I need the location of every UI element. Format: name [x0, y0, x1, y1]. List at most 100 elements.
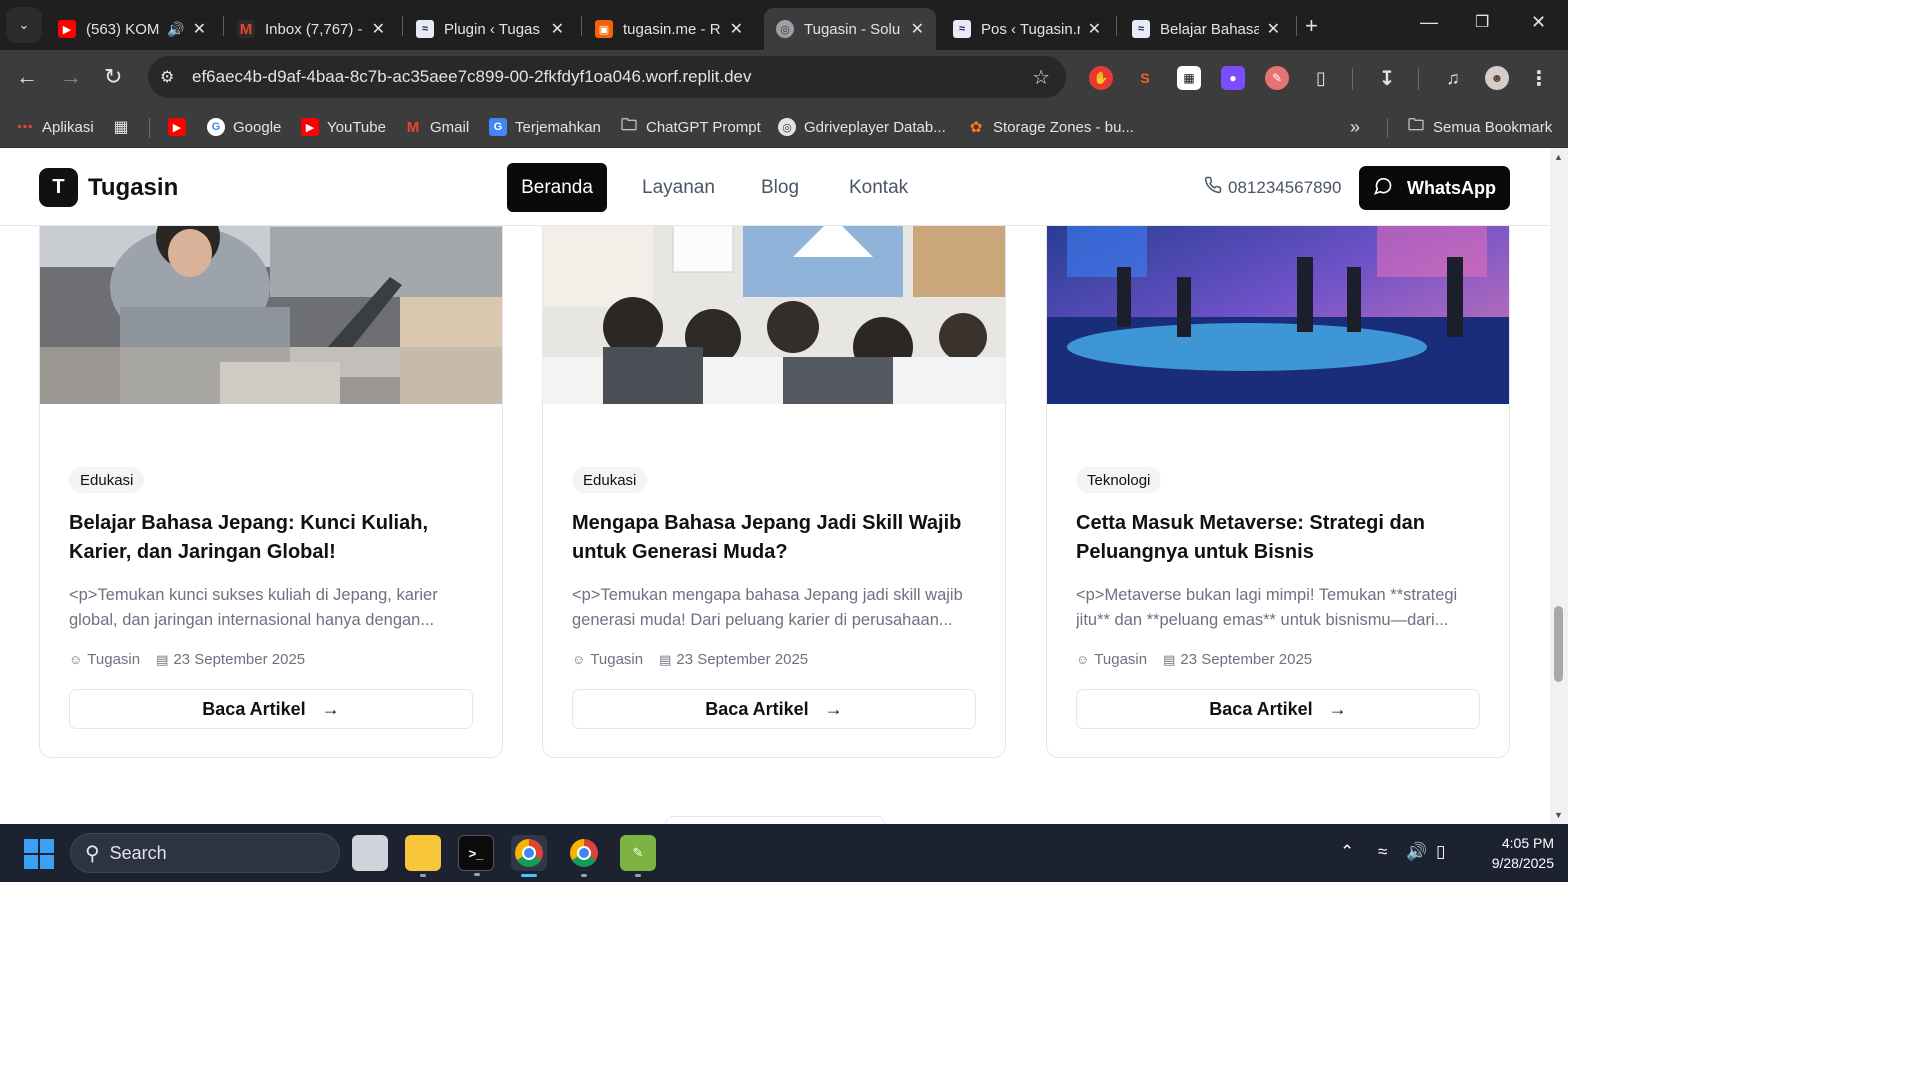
- bookmark-youtube[interactable]: ▶ YouTube: [301, 114, 386, 140]
- bookmark-gdriveplayer[interactable]: ◎ Gdriveplayer Datab...: [778, 114, 946, 140]
- close-tab-icon[interactable]: ✕: [1088, 19, 1101, 39]
- tab-groups-icon: ▦: [112, 118, 130, 136]
- bookmark-label: Terjemahkan: [515, 118, 601, 136]
- read-article-button[interactable]: Baca Artikel →: [69, 689, 473, 729]
- taskbar-search-box[interactable]: ⚲ Search: [70, 833, 340, 873]
- article-thumbnail-studying[interactable]: [40, 197, 502, 404]
- nav-kontak[interactable]: Kontak: [834, 163, 923, 212]
- battery-icon[interactable]: ▯: [1436, 842, 1445, 862]
- pen-extension-icon[interactable]: ✎: [1265, 66, 1289, 90]
- bookmark-gmail[interactable]: M Gmail: [404, 114, 469, 140]
- bookmark-aplikasi[interactable]: ⋯ Aplikasi: [16, 114, 94, 140]
- article-author: Tugasin: [1094, 651, 1148, 668]
- tab-tugasin-active[interactable]: ◎ Tugasin - Solu ✕: [764, 8, 936, 50]
- reload-icon[interactable]: ↻: [104, 64, 122, 90]
- article-title[interactable]: Cetta Masuk Metaverse: Strategi dan Pelu…: [1076, 509, 1481, 567]
- read-article-button[interactable]: Baca Artikel →: [1076, 689, 1480, 729]
- logo-mark[interactable]: T: [39, 168, 78, 207]
- scroll-up-arrow-icon[interactable]: ▲: [1554, 152, 1563, 162]
- page-scrollbar[interactable]: ▲ ▼: [1550, 148, 1568, 824]
- nav-beranda[interactable]: Beranda: [507, 163, 607, 212]
- tab-gmail[interactable]: M Inbox (7,767) - ✕: [225, 8, 397, 50]
- minimize-icon[interactable]: —: [1420, 12, 1438, 33]
- tab-plugin[interactable]: ≈ Plugin ‹ Tugas ✕: [404, 8, 576, 50]
- bookmark-storage-zones[interactable]: ✿ Storage Zones - bu...: [967, 114, 1134, 140]
- article-card[interactable]: Edukasi Mengapa Bahasa Jepang Jadi Skill…: [542, 196, 1006, 758]
- extensions-puzzle-icon[interactable]: ▯: [1309, 66, 1333, 90]
- file-explorer-icon[interactable]: [405, 835, 441, 877]
- forward-arrow-icon[interactable]: →: [60, 64, 82, 90]
- download-icon[interactable]: ↧: [1375, 66, 1399, 90]
- scrollbar-thumb[interactable]: [1554, 606, 1563, 682]
- close-tab-icon[interactable]: ✕: [372, 19, 385, 39]
- article-card[interactable]: Edukasi Belajar Bahasa Jepang: Kunci Kul…: [39, 196, 503, 758]
- speaker-icon[interactable]: 🔊: [167, 21, 184, 38]
- arrow-right-icon: →: [824, 698, 843, 719]
- back-arrow-icon[interactable]: ←: [16, 64, 38, 90]
- bookmark-star-icon[interactable]: ☆: [1032, 65, 1050, 90]
- profile-avatar[interactable]: ☻: [1485, 66, 1509, 90]
- tray-chevron-up-icon[interactable]: ⌃: [1340, 842, 1354, 862]
- article-title[interactable]: Mengapa Bahasa Jepang Jadi Skill Wajib u…: [572, 509, 977, 567]
- tab-belajar[interactable]: ≈ Belajar Bahasa ✕: [1120, 8, 1292, 50]
- windows-start-icon[interactable]: [24, 839, 54, 869]
- tab-title: Plugin ‹ Tugas: [444, 20, 540, 38]
- close-tab-icon[interactable]: ✕: [551, 19, 564, 39]
- seo-extension-icon[interactable]: S: [1133, 66, 1157, 90]
- calendar-icon: ▤: [156, 651, 169, 667]
- calendar-icon: ▤: [659, 651, 672, 667]
- scroll-down-arrow-icon[interactable]: ▼: [1554, 810, 1563, 820]
- bookmark-tab-groups[interactable]: ▦: [112, 114, 138, 140]
- close-tab-icon[interactable]: ✕: [1267, 19, 1280, 39]
- read-article-button[interactable]: Baca Artikel →: [572, 689, 976, 729]
- bookmark-google[interactable]: G Google: [207, 114, 281, 140]
- task-view-icon[interactable]: [352, 835, 388, 871]
- youtube-icon: ▶: [58, 20, 76, 38]
- tab-pos[interactable]: ≈ Pos ‹ Tugasin.r ✕: [941, 8, 1113, 50]
- phone-contact[interactable]: 081234567890: [1204, 176, 1341, 199]
- site-info-tune-icon[interactable]: ⚙: [160, 67, 174, 87]
- address-bar[interactable]: ⚙ ef6aec4b-d9af-4baa-8c7b-ac35aee7c899-0…: [148, 56, 1066, 98]
- nav-layanan[interactable]: Layanan: [627, 163, 730, 212]
- restore-icon[interactable]: ❐: [1475, 12, 1489, 32]
- taskbar-clock[interactable]: 4:05 PM 9/28/2025: [1470, 833, 1554, 873]
- tab-replit[interactable]: ▣ tugasin.me - R ✕: [583, 8, 755, 50]
- read-article-label: Baca Artikel: [202, 698, 306, 719]
- volume-icon[interactable]: 🔊: [1406, 842, 1427, 862]
- chrome-profile-icon[interactable]: [566, 835, 602, 877]
- wifi-icon[interactable]: ≈: [1378, 842, 1387, 862]
- terminal-icon[interactable]: >_: [458, 835, 494, 876]
- stop-hand-extension-icon[interactable]: ✋: [1089, 66, 1113, 90]
- globe-icon: ◎: [776, 20, 794, 38]
- bookmark-youtube-shortcut[interactable]: ▶: [168, 114, 194, 140]
- all-bookmarks-folder[interactable]: 🗀 Semua Bookmark: [1407, 114, 1552, 140]
- clock-time: 4:05 PM: [1501, 835, 1554, 851]
- close-tab-icon[interactable]: ✕: [911, 19, 924, 39]
- qr-code-extension-icon[interactable]: ▦: [1177, 66, 1201, 90]
- tab-youtube[interactable]: ▶ (563) KOM 🔊 ✕: [46, 8, 218, 50]
- bookmark-chatgpt-prompt[interactable]: 🗀 ChatGPT Prompt: [620, 114, 761, 140]
- load-more-button-partial[interactable]: [665, 816, 885, 824]
- gmail-icon: M: [237, 20, 255, 38]
- chat-extension-icon[interactable]: ●: [1221, 66, 1245, 90]
- article-card[interactable]: 56.15 Teknologi Cetta Masuk Metaverse: S…: [1046, 196, 1510, 758]
- close-window-icon[interactable]: ✕: [1531, 12, 1546, 33]
- article-title[interactable]: Belajar Bahasa Jepang: Kunci Kuliah, Kar…: [69, 509, 474, 567]
- url-text[interactable]: ef6aec4b-d9af-4baa-8c7b-ac35aee7c899-00-…: [192, 67, 752, 87]
- article-thumbnail-classroom[interactable]: [543, 197, 1005, 404]
- close-tab-icon[interactable]: ✕: [193, 19, 206, 39]
- article-thumbnail-metaverse[interactable]: 56.15: [1047, 197, 1509, 404]
- new-tab-plus-icon[interactable]: +: [1305, 13, 1318, 39]
- whatsapp-button[interactable]: WhatsApp: [1359, 166, 1510, 210]
- kebab-menu-icon[interactable]: ⋮: [1527, 66, 1551, 90]
- toolbar-divider: [1352, 68, 1353, 90]
- media-controls-icon[interactable]: ♫: [1441, 66, 1465, 90]
- bookmarks-overflow-chevron-icon[interactable]: »: [1350, 114, 1360, 140]
- tab-search-chevron-icon[interactable]: ⌄: [6, 7, 42, 43]
- image-editor-icon[interactable]: ✎: [620, 835, 656, 877]
- logo-brand-text[interactable]: Tugasin: [88, 174, 178, 202]
- chrome-icon[interactable]: [511, 835, 547, 877]
- nav-blog[interactable]: Blog: [746, 163, 814, 212]
- close-tab-icon[interactable]: ✕: [730, 19, 743, 39]
- bookmark-terjemahkan[interactable]: G Terjemahkan: [489, 114, 601, 140]
